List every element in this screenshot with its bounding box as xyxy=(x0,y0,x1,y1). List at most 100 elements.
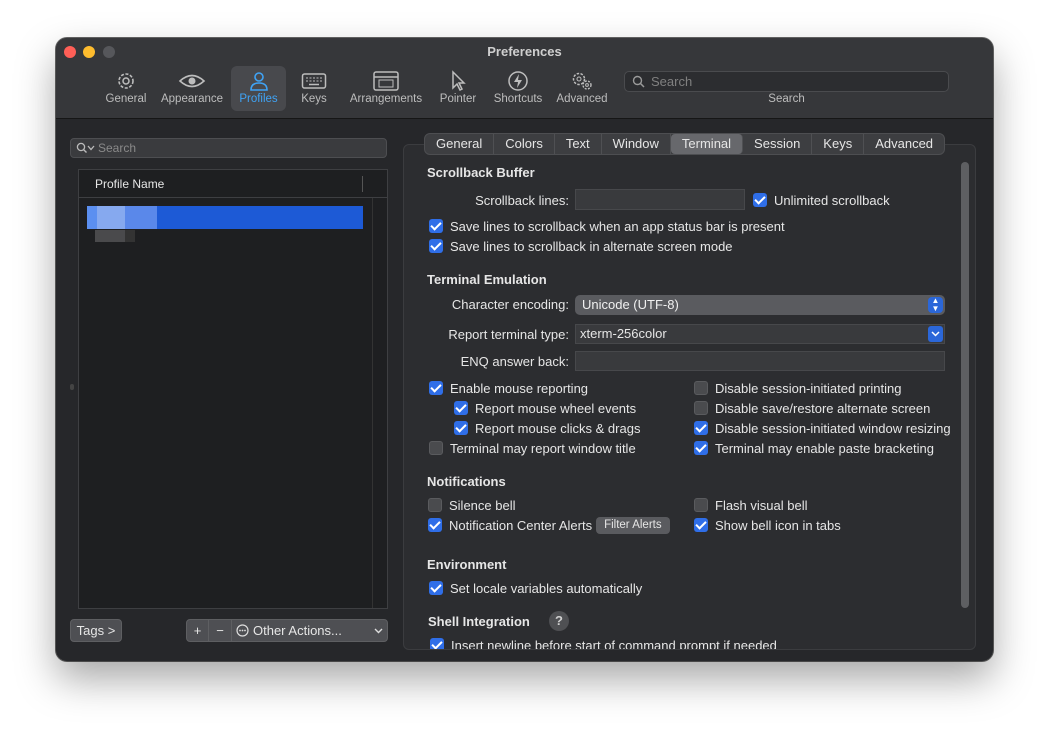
redacted-pixel xyxy=(97,206,125,229)
report-mouse-clicks-label: Report mouse clicks & drags xyxy=(475,420,641,436)
checkbox-checked xyxy=(694,421,708,435)
report-terminal-type-combo[interactable]: xterm-256color xyxy=(575,324,945,344)
redacted-pixel xyxy=(95,230,125,242)
tab-session[interactable]: Session xyxy=(743,134,813,154)
profile-table: Profile Name xyxy=(78,169,388,609)
window-title: Preferences xyxy=(487,44,562,59)
scrollback-buffer-heading: Scrollback Buffer xyxy=(427,165,535,180)
silence-bell-checkbox[interactable]: Silence bell xyxy=(428,497,516,513)
search-icon xyxy=(632,75,645,88)
preferences-search-input[interactable]: Search xyxy=(624,71,949,92)
profile-tabs: General Colors Text Window Terminal Sess… xyxy=(424,133,946,155)
checkbox-unchecked xyxy=(429,441,443,455)
enq-answer-back-label: ENQ answer back: xyxy=(460,354,569,369)
tab-keys[interactable]: Keys xyxy=(812,134,865,154)
paste-bracketing-checkbox[interactable]: Terminal may enable paste bracketing xyxy=(694,440,934,456)
report-window-title-label: Terminal may report window title xyxy=(450,440,636,456)
profile-list-scrollbar[interactable] xyxy=(372,198,387,608)
tab-general[interactable]: General xyxy=(425,134,495,154)
terminal-emulation-heading: Terminal Emulation xyxy=(427,272,547,287)
checkbox-unchecked xyxy=(694,401,708,415)
checkbox-checked xyxy=(428,518,442,532)
save-lines-alt-screen-checkbox[interactable]: Save lines to scrollback in alternate sc… xyxy=(429,238,733,254)
column-separator xyxy=(362,176,363,192)
settings-scrollbar-thumb[interactable] xyxy=(961,162,969,608)
report-mouse-clicks-checkbox[interactable]: Report mouse clicks & drags xyxy=(454,420,640,436)
checkbox-checked xyxy=(429,381,443,395)
tags-button[interactable]: Tags > xyxy=(70,619,122,642)
toolbar-appearance[interactable]: Appearance xyxy=(158,66,226,111)
notification-center-alerts-checkbox[interactable]: Notification Center Alerts Filter Alerts xyxy=(428,516,670,534)
toolbar-profiles-label: Profiles xyxy=(239,93,278,105)
save-lines-alt-screen-label: Save lines to scrollback in alternate sc… xyxy=(450,238,733,254)
checkbox-checked xyxy=(694,518,708,532)
checkbox-unchecked xyxy=(694,498,708,512)
gear-icon xyxy=(118,73,134,89)
profile-search-placeholder: Search xyxy=(98,141,137,155)
environment-heading: Environment xyxy=(427,557,507,572)
checkbox-checked xyxy=(429,219,443,233)
add-profile-button[interactable]: + xyxy=(186,619,209,642)
checkbox-unchecked xyxy=(694,381,708,395)
checkbox-checked xyxy=(430,638,444,649)
window-icon xyxy=(373,71,399,91)
disable-save-restore-checkbox[interactable]: Disable save/restore alternate screen xyxy=(694,400,930,416)
disable-printing-checkbox[interactable]: Disable session-initiated printing xyxy=(694,380,901,396)
profile-row-selected[interactable] xyxy=(87,206,363,229)
toolbar-general[interactable]: General xyxy=(102,66,150,111)
bell-icon-in-tabs-checkbox[interactable]: Show bell icon in tabs xyxy=(694,517,841,533)
notifications-heading: Notifications xyxy=(427,474,506,489)
combo-dropdown-button[interactable] xyxy=(928,326,943,342)
tab-advanced[interactable]: Advanced xyxy=(864,134,944,154)
shell-integration-heading: Shell Integration xyxy=(428,614,530,629)
flash-visual-bell-checkbox[interactable]: Flash visual bell xyxy=(694,497,808,513)
toolbar-advanced[interactable]: Advanced xyxy=(554,66,610,111)
character-encoding-value: Unicode (UTF-8) xyxy=(582,297,679,312)
scrollback-lines-label: Scrollback lines: xyxy=(475,193,569,208)
tab-terminal[interactable]: Terminal xyxy=(670,134,744,154)
preferences-search-placeholder: Search xyxy=(651,74,693,89)
redacted-pixel xyxy=(125,230,135,242)
help-button[interactable]: ? xyxy=(549,611,569,631)
tab-window[interactable]: Window xyxy=(602,134,671,154)
toolbar-keys-label: Keys xyxy=(301,93,327,105)
toolbar-shortcuts[interactable]: Shortcuts xyxy=(490,66,546,111)
report-mouse-wheel-checkbox[interactable]: Report mouse wheel events xyxy=(454,400,636,416)
scrollback-lines-field[interactable] xyxy=(575,189,745,210)
checkbox-checked xyxy=(429,239,443,253)
other-actions-button[interactable]: Other Actions... xyxy=(231,619,388,642)
save-lines-status-bar-checkbox[interactable]: Save lines to scrollback when an app sta… xyxy=(429,218,785,234)
tab-text[interactable]: Text xyxy=(555,134,602,154)
disable-resizing-checkbox[interactable]: Disable session-initiated window resizin… xyxy=(694,420,951,436)
filter-alerts-button[interactable]: Filter Alerts xyxy=(596,516,670,534)
enq-answer-back-field[interactable] xyxy=(575,351,945,371)
split-view-handle[interactable] xyxy=(70,384,74,390)
checkbox-checked xyxy=(753,193,767,207)
toolbar-arrangements[interactable]: Arrangements xyxy=(346,66,426,111)
redacted-pixel xyxy=(125,206,157,229)
report-window-title-checkbox[interactable]: Terminal may report window title xyxy=(429,440,636,456)
profile-search-input[interactable]: Search xyxy=(70,138,387,158)
profile-name-column-header[interactable]: Profile Name xyxy=(79,170,387,198)
preferences-window: Preferences General Appearance Profiles … xyxy=(56,38,993,661)
terminal-settings-pane: Scrollback Buffer Scrollback lines: Unli… xyxy=(403,144,976,650)
insert-newline-checkbox[interactable]: Insert newline before start of command p… xyxy=(430,637,777,649)
enable-mouse-reporting-checkbox[interactable]: Enable mouse reporting xyxy=(429,380,588,396)
remove-profile-button[interactable]: − xyxy=(208,619,232,642)
toolbar-profiles[interactable]: Profiles xyxy=(231,66,286,111)
toolbar-keys[interactable]: Keys xyxy=(294,66,334,111)
unlimited-scrollback-checkbox[interactable]: Unlimited scrollback xyxy=(753,192,890,208)
set-locale-checkbox[interactable]: Set locale variables automatically xyxy=(429,580,642,596)
keyboard-icon xyxy=(301,73,327,89)
set-locale-label: Set locale variables automatically xyxy=(450,580,643,596)
tab-colors[interactable]: Colors xyxy=(494,134,555,154)
character-encoding-popup[interactable]: Unicode (UTF-8) ▲ ▼ xyxy=(575,295,945,315)
enable-mouse-reporting-label: Enable mouse reporting xyxy=(450,380,589,396)
bolt-icon xyxy=(508,71,528,91)
disable-save-restore-label: Disable save/restore alternate screen xyxy=(715,400,931,416)
add-profile-label: + xyxy=(193,623,202,638)
checkbox-unchecked xyxy=(428,498,442,512)
toolbar-pointer-label: Pointer xyxy=(439,93,477,105)
notification-center-alerts-label: Notification Center Alerts xyxy=(449,517,593,533)
toolbar-pointer[interactable]: Pointer xyxy=(434,66,482,111)
